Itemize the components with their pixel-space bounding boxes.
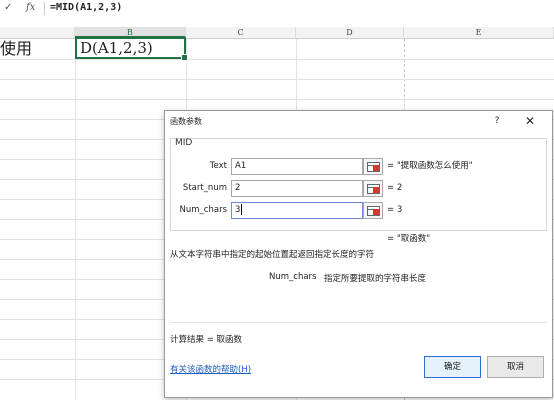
arg-start-num-input[interactable]: 2 <box>231 180 363 197</box>
cell-b1-text: D(A1,2,3) <box>80 39 153 57</box>
help-button[interactable]: ? <box>490 114 504 128</box>
arg-text-input[interactable]: A1 <box>231 158 363 175</box>
grid-line <box>0 59 554 60</box>
arg-start-num-value: 2 <box>235 183 241 193</box>
range-select-icon[interactable] <box>363 158 383 175</box>
ok-button[interactable]: 确定 <box>424 356 481 378</box>
cell-b1-selected[interactable]: D(A1,2,3) <box>75 37 188 61</box>
cell-a1[interactable]: 使用 <box>0 38 32 59</box>
function-arguments-dialog: 函数参数 ? ✕ MID Text A1 = "提取函数怎么使用" Start_… <box>164 110 553 398</box>
arg-num-chars-result: = 3 <box>387 205 403 215</box>
grid-line <box>0 99 554 100</box>
formula-bar: ✓ fx =MID(A1,2,3) <box>0 0 554 18</box>
function-name-label: MID <box>175 138 193 148</box>
formula-bar-divider <box>44 2 45 15</box>
formula-input[interactable]: =MID(A1,2,3) <box>50 1 122 15</box>
fill-handle[interactable] <box>181 54 188 61</box>
param-description-name: Num_chars <box>269 272 317 282</box>
fx-icon[interactable]: fx <box>26 1 35 15</box>
dialog-divider <box>170 322 547 323</box>
arg-num-chars-value: 3 <box>235 205 241 215</box>
arg-start-num-result: = 2 <box>387 183 403 193</box>
range-select-icon[interactable] <box>363 202 383 219</box>
function-description: 从文本字符串中指定的起始位置起返回指定长度的字符 <box>170 250 375 260</box>
range-select-icon[interactable] <box>363 180 383 197</box>
arg-num-chars-label: Num_chars <box>179 205 227 215</box>
function-help-link[interactable]: 有关该函数的帮助(H) <box>170 363 251 375</box>
arg-num-chars-input[interactable]: 3 <box>231 202 363 219</box>
column-header-d[interactable]: D <box>296 27 404 38</box>
arg-text-label: Text <box>209 161 227 171</box>
dialog-title: 函数参数 <box>170 117 202 126</box>
check-icon[interactable]: ✓ <box>4 1 12 15</box>
arg-text-value: A1 <box>235 161 247 171</box>
param-description-text: 指定所要提取的字符串长度 <box>324 274 427 284</box>
column-header-c[interactable]: C <box>186 27 296 38</box>
calc-result: 计算结果 = 取函数 <box>170 335 243 345</box>
arg-text-result: = "提取函数怎么使用" <box>387 161 473 171</box>
cancel-button[interactable]: 取消 <box>487 356 544 378</box>
column-header-e[interactable]: E <box>404 27 554 38</box>
close-icon[interactable]: ✕ <box>522 113 538 129</box>
arg-start-num-label: Start_num <box>182 183 227 193</box>
ribbon-gap <box>0 17 554 27</box>
formula-result-preview: = "取函数" <box>387 234 431 244</box>
column-header-a[interactable] <box>0 27 75 38</box>
text-caret <box>241 204 243 215</box>
grid-line <box>0 79 554 80</box>
